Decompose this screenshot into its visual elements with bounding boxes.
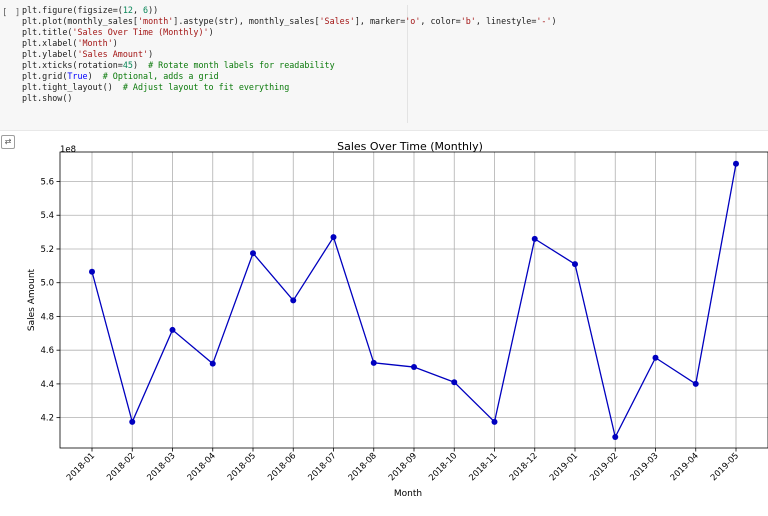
code-token: # Optional, adds a grid — [102, 71, 219, 81]
x-axis-label: Month — [394, 489, 422, 499]
code-token: 45 — [122, 60, 133, 70]
code-token: plt.grid( — [22, 71, 68, 81]
data-point — [531, 235, 538, 242]
code-token: 'o' — [405, 16, 421, 26]
data-point — [370, 359, 377, 366]
x-tick-label: 2018-06 — [266, 451, 298, 483]
data-point — [733, 160, 739, 167]
code-token: 'Sales' — [319, 16, 355, 26]
code-token: plt.ylabel( — [22, 49, 78, 59]
y-axis-ticks: 4.2 4.4 4.6 4.8 5.0 5.2 5.4 5.6 — [40, 178, 60, 424]
x-tick-label: 2018-01 — [65, 451, 97, 483]
data-point — [652, 354, 659, 361]
code-token: )) — [148, 5, 159, 15]
data-point — [572, 261, 578, 268]
x-tick-label: 2018-05 — [226, 451, 258, 483]
grid — [60, 152, 768, 448]
code-line: plt.show() — [22, 93, 72, 104]
data-point — [491, 418, 498, 425]
code-token: plt.xlabel( — [22, 38, 78, 48]
code-token: plt.tight_layout() — [22, 82, 123, 92]
x-tick-label: 2018-08 — [347, 451, 379, 483]
chart-title: Sales Over Time (Monthly) — [337, 140, 483, 153]
code-line: plt.title('Sales Over Time (Monthly)') — [22, 27, 214, 38]
y-tick-label: 5.4 — [40, 211, 54, 221]
data-point — [129, 418, 136, 425]
x-tick-label: 2019-02 — [588, 451, 620, 483]
code-line: plt.figure(figsize=(12, 6)) — [22, 5, 158, 16]
x-axis-ticks: 2018-01 2018-02 2018-03 2018-04 2018-05 2018-… — [65, 448, 741, 483]
code-token: 'b' — [460, 16, 476, 26]
code-token: ) — [551, 16, 557, 26]
code-token: plt.xticks(rotation= — [22, 60, 123, 70]
code-cell[interactable]: [ ] plt.figure(figsize=(12, 6)) plt.plot(… — [0, 0, 768, 131]
y-tick-label: 4.8 — [40, 312, 54, 322]
data-point — [411, 364, 417, 371]
code-token: ) — [112, 38, 118, 48]
x-tick-label: 2019-03 — [628, 451, 660, 483]
code-token: , — [132, 5, 144, 15]
cell-output: Sales Over Time (Monthly) 1e8 4.2 4.4 4.6 4… — [0, 132, 768, 512]
x-tick-label: 2018-11 — [467, 451, 499, 483]
y-tick-label: 4.6 — [40, 346, 54, 356]
code-token: plt.figure(figsize=( — [22, 5, 123, 15]
code-line: plt.xlabel('Month') — [22, 38, 118, 49]
code-token: , linestyle= — [475, 16, 537, 26]
x-tick-label: 2019-04 — [669, 451, 701, 483]
code-line: plt.tight_layout() # Adjust layout to fi… — [22, 82, 289, 93]
code-token: ) — [208, 27, 214, 37]
y-tick-label: 5.0 — [40, 279, 54, 289]
data-point — [330, 234, 337, 241]
code-token: ].astype(str), monthly_sales[ — [173, 16, 320, 26]
code-token: 'Sales Amount' — [77, 49, 149, 59]
data-point — [290, 297, 297, 304]
x-tick-label: 2018-10 — [427, 451, 459, 483]
x-tick-label: 2018-03 — [145, 451, 177, 483]
code-token: ) — [132, 60, 149, 70]
code-token: plt.show() — [22, 93, 73, 103]
code-token: ) — [87, 71, 103, 81]
data-point — [89, 268, 95, 275]
code-token: 'Sales Over Time (Monthly)' — [72, 27, 209, 37]
x-tick-label: 2018-07 — [306, 451, 338, 483]
y-tick-label: 5.6 — [40, 178, 54, 188]
x-tick-label: 2018-02 — [105, 451, 137, 483]
data-point — [169, 326, 176, 333]
data-point — [692, 380, 699, 387]
code-token: , color= — [420, 16, 461, 26]
code-line: plt.grid(True) # Optional, adds a grid — [22, 71, 219, 82]
code-token: ], marker= — [354, 16, 406, 26]
code-token: plt.title( — [22, 27, 73, 37]
code-token: plt.plot(monthly_sales[ — [22, 16, 138, 26]
code-token: 12 — [122, 5, 133, 15]
x-tick-label: 2019-05 — [709, 451, 741, 483]
data-point — [209, 360, 216, 367]
y-tick-label: 4.4 — [40, 380, 54, 390]
code-line: plt.plot(monthly_sales['month'].astype(s… — [22, 16, 557, 27]
line-chart: Sales Over Time (Monthly) 1e8 4.24.44.64… — [27, 140, 768, 499]
code-token: # Rotate month labels for readability — [148, 60, 335, 70]
y-tick-label: 4.2 — [40, 414, 54, 424]
y-tick-label: 5.2 — [40, 245, 54, 255]
code-token: True — [67, 71, 88, 81]
x-tick-label: 2018-12 — [508, 451, 540, 483]
x-tick-label: 2018-04 — [186, 451, 218, 483]
data-point — [612, 434, 619, 441]
code-token: ) — [148, 49, 154, 59]
code-token: 'month' — [137, 16, 174, 26]
code-token: 'Month' — [77, 38, 113, 48]
x-tick-label: 2018-09 — [387, 451, 419, 483]
code-editor[interactable]: plt.figure(figsize=(12, 6)) plt.plot(mont… — [22, 5, 557, 123]
code-line: plt.xticks(rotation=45) # Rotate month l… — [22, 60, 335, 71]
code-token: # Adjust layout to fit everything — [122, 82, 290, 92]
y-axis-offset-label: 1e8 — [60, 145, 76, 155]
data-point — [250, 250, 256, 257]
run-cell-indicator[interactable]: [ ] — [2, 8, 21, 18]
code-line: plt.ylabel('Sales Amount') — [22, 49, 153, 60]
code-token: '-' — [536, 16, 552, 26]
y-axis-label: Sales Amount — [27, 268, 37, 331]
data-point — [451, 379, 458, 386]
x-tick-label: 2019-01 — [548, 451, 580, 483]
